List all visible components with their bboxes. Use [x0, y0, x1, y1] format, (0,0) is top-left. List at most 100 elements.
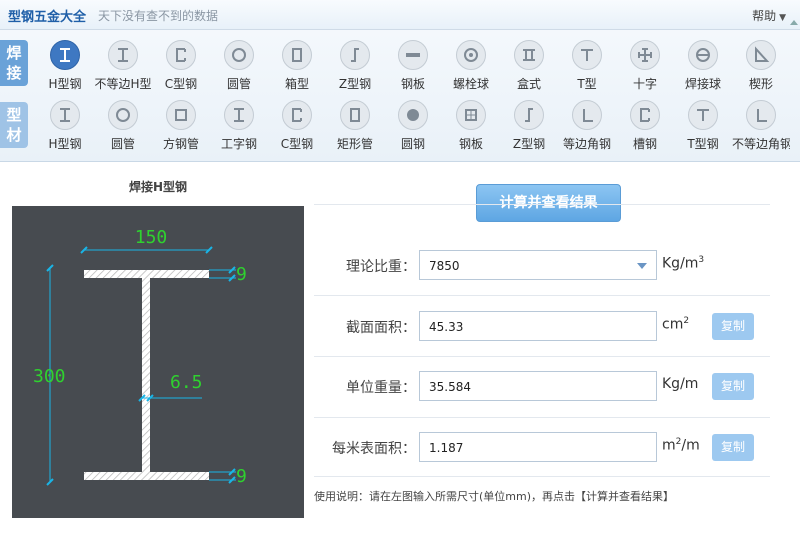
density-value: 7850	[429, 259, 460, 273]
field-weight: 单位重量： 35.584 Kg/m 复制	[314, 369, 784, 403]
unit-superscript: 2	[683, 316, 690, 326]
unequal-angle-icon	[746, 100, 776, 130]
scroll-up-icon[interactable]	[790, 20, 798, 25]
category-char: 焊	[6, 44, 22, 62]
calculate-button[interactable]: 计算并查看结果	[476, 184, 621, 222]
toolbar-item[interactable]: 钢板	[384, 38, 442, 92]
toolbar-item[interactable]: C型钢	[268, 98, 326, 152]
copy-area-button[interactable]: 复制	[712, 313, 754, 340]
divider	[314, 417, 770, 418]
toolbar-item[interactable]: 圆管	[94, 98, 152, 152]
flange-width-value[interactable]: 150	[135, 227, 168, 248]
toolbar-item-label: 圆管	[226, 77, 251, 91]
toolbar-item[interactable]: 楔形	[732, 38, 790, 92]
height-value[interactable]: 300	[33, 366, 66, 387]
top-flange-thickness-value[interactable]: 9	[236, 264, 247, 285]
h-beam-icon	[50, 40, 80, 70]
toolbar-item[interactable]: 焊接球	[674, 38, 732, 92]
toolbar-item-label: 不等边H型	[94, 77, 152, 91]
area-label: 截面面积：	[346, 320, 416, 336]
dropdown-arrow-icon[interactable]	[637, 263, 647, 269]
toolbar-item[interactable]: 方钢管	[152, 98, 210, 152]
toolbar-item[interactable]: 等边角钢	[558, 98, 616, 152]
toolbar-item[interactable]: C型钢	[152, 38, 210, 92]
area-value: 45.33	[429, 320, 464, 334]
toolbar-item-label: H型钢	[48, 77, 82, 91]
t-section-icon	[572, 40, 602, 70]
toolbar-item-label: 工字钢	[220, 137, 257, 151]
bottom-flange-thickness-value[interactable]: 9	[236, 466, 247, 487]
box-section-icon	[282, 40, 312, 70]
density-select[interactable]: 7850	[419, 250, 657, 280]
unit-text: /m	[681, 437, 700, 454]
copy-surface-button[interactable]: 复制	[712, 434, 754, 461]
section-drawing: 150 300 6.5 9 9	[12, 206, 304, 518]
toolbar-item-label: 圆钢	[400, 137, 425, 151]
c-channel-icon	[282, 100, 312, 130]
toolbar-item[interactable]: 不等边角钢	[732, 98, 790, 152]
toolbar-item-label: 钢板	[400, 77, 425, 91]
weight-field[interactable]: 35.584	[419, 371, 657, 401]
square-tube-icon	[166, 100, 196, 130]
toolbar-item[interactable]: 十字	[616, 38, 674, 92]
channel-icon	[630, 100, 660, 130]
equal-angle-icon	[572, 100, 602, 130]
toolbar-item-label: 楔形	[748, 77, 773, 91]
category-tab-welded[interactable]: 焊 接	[0, 40, 28, 86]
toolbar-item-label: 不等边角钢	[732, 137, 790, 151]
app-subtitle: 天下没有查不到的数据	[98, 9, 219, 23]
toolbar-item-label: Z型钢	[512, 137, 546, 151]
toolbar-item-label: 圆管	[110, 137, 135, 151]
divider	[314, 204, 770, 205]
toolbar-item[interactable]: 矩形管	[326, 98, 384, 152]
toolbar-item[interactable]: T型钢	[674, 98, 732, 152]
toolbar-item[interactable]: 槽钢	[616, 98, 674, 152]
web-thickness-value[interactable]: 6.5	[170, 372, 203, 393]
toolbar-item-label: 盒式	[516, 77, 541, 91]
round-tube-icon	[108, 100, 138, 130]
toolbar-item-label: 钢板	[458, 137, 483, 151]
toolbar-item-label: C型钢	[164, 77, 198, 91]
category-tab-profile[interactable]: 型 材	[0, 102, 28, 148]
checker-plate-icon	[456, 100, 486, 130]
toolbar-item[interactable]: T型	[558, 38, 616, 92]
copy-weight-button[interactable]: 复制	[712, 373, 754, 400]
toolbar-item[interactable]: 圆管	[210, 38, 268, 92]
c-channel-icon	[166, 40, 196, 70]
toolbar-item[interactable]: H型钢	[36, 38, 94, 92]
toolbar-item-label: 等边角钢	[562, 137, 611, 151]
help-menu[interactable]: 帮助 ▼	[752, 7, 786, 24]
toolbar-item-label: 槽钢	[632, 137, 657, 151]
unit-text: m	[662, 437, 676, 454]
wedge-icon	[746, 40, 776, 70]
unequal-h-icon	[108, 40, 138, 70]
category-char: 型	[6, 106, 22, 124]
density-unit: Kg/m3	[662, 255, 704, 272]
box-type-icon	[514, 40, 544, 70]
toolbar-item[interactable]: 圆钢	[384, 98, 442, 152]
toolbar-item-label: Z型钢	[338, 77, 372, 91]
i-beam-icon	[224, 100, 254, 130]
toolbar-item[interactable]: 箱型	[268, 38, 326, 92]
h-beam-icon	[50, 100, 80, 130]
toolbar-item-label: 焊接球	[684, 77, 721, 91]
web	[142, 278, 150, 472]
area-unit: cm2	[662, 316, 689, 333]
toolbar-item[interactable]: 不等边H型	[94, 38, 152, 92]
toolbar-item[interactable]: 工字钢	[210, 98, 268, 152]
toolbar-item[interactable]: 盒式	[500, 38, 558, 92]
chevron-down-icon: ▼	[779, 13, 786, 23]
toolbar-item[interactable]: 钢板	[442, 98, 500, 152]
drawing-title: 焊接H型钢	[128, 180, 188, 194]
toolbar-item[interactable]: Z型钢	[500, 98, 558, 152]
z-section-icon	[340, 40, 370, 70]
toolbar-item-label: 箱型	[284, 77, 309, 91]
surface-unit: m2/m	[662, 437, 700, 454]
toolbar-item[interactable]: H型钢	[36, 98, 94, 152]
area-field[interactable]: 45.33	[419, 311, 657, 341]
toolbar-item[interactable]: Z型钢	[326, 38, 384, 92]
unit-text: Kg/m	[662, 255, 699, 272]
steel-plate-icon	[398, 40, 428, 70]
surface-field[interactable]: 1.187	[419, 432, 657, 462]
toolbar-item[interactable]: 螺栓球	[442, 38, 500, 92]
